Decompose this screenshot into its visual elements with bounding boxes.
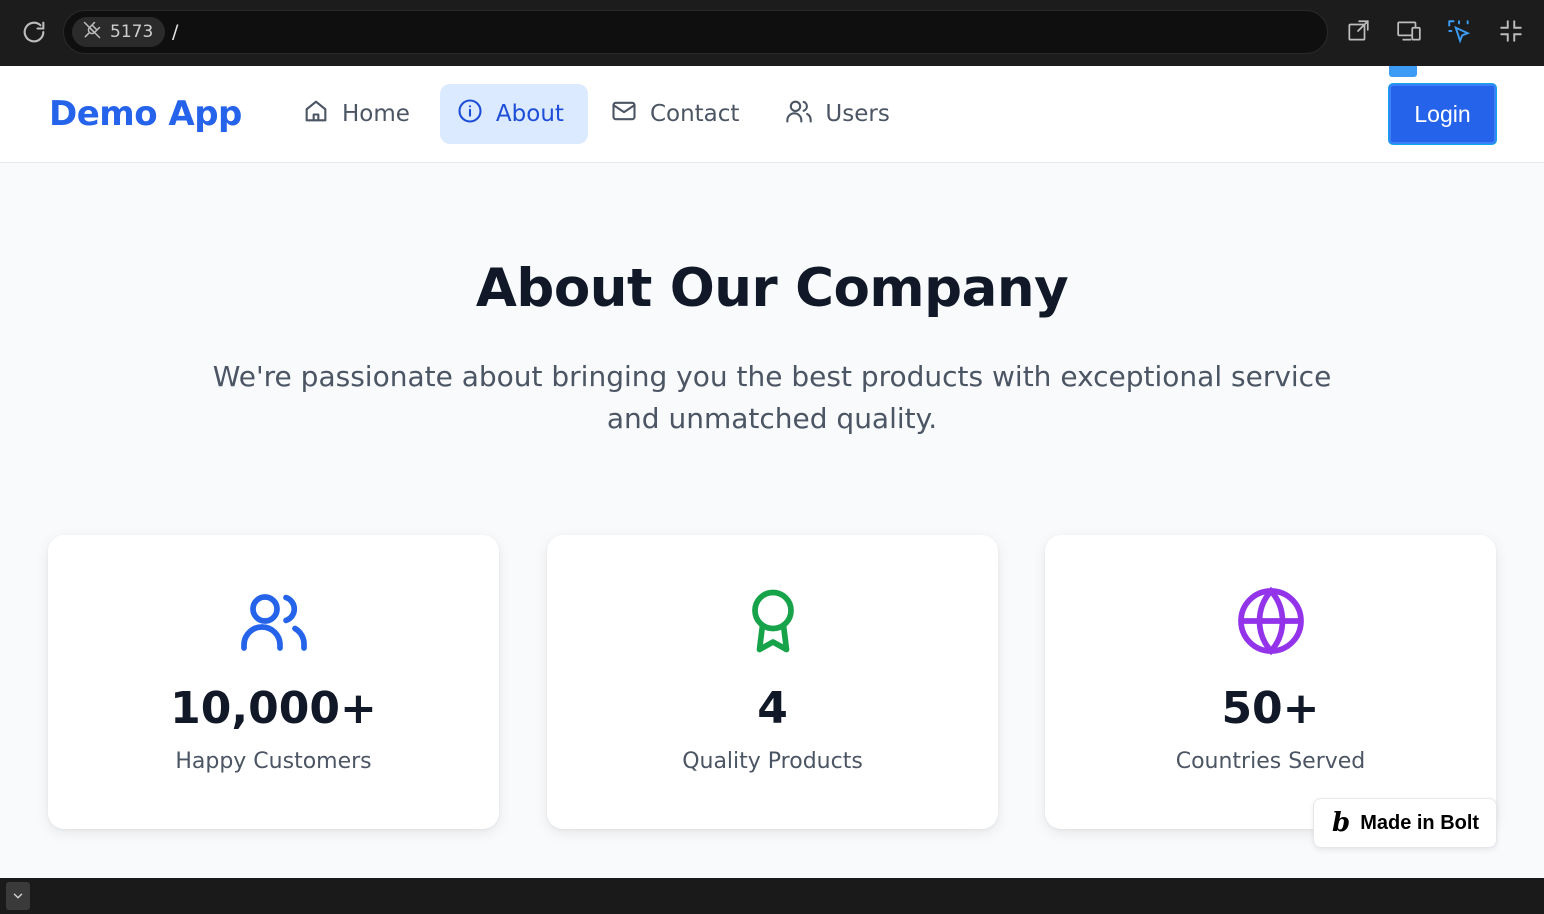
- open-external-icon[interactable]: [1343, 16, 1373, 46]
- nav-about[interactable]: About: [439, 84, 588, 144]
- award-icon: [737, 585, 809, 657]
- mail-icon: [610, 97, 638, 131]
- stat-card-countries: 50+ Countries Served: [1045, 535, 1496, 829]
- users-icon: [238, 585, 310, 657]
- nav-contact-label: Contact: [649, 101, 740, 127]
- badge-label: Made in Bolt: [1360, 811, 1480, 834]
- brand-logo[interactable]: Demo App: [49, 94, 242, 134]
- port-chip[interactable]: 5173: [72, 17, 166, 47]
- stat-label: Quality Products: [682, 749, 863, 774]
- stat-card-customers: 10,000+ Happy Customers: [48, 535, 499, 829]
- bottom-panel-bar: [0, 878, 1544, 914]
- element-picker-icon[interactable]: [1444, 16, 1474, 46]
- plug-off-icon: [82, 20, 102, 45]
- minimize-icon[interactable]: [1496, 16, 1526, 46]
- port-number: 5173: [110, 22, 154, 42]
- nav-users-label: Users: [825, 101, 890, 127]
- users-icon: [785, 97, 813, 131]
- bolt-logo-icon: b: [1332, 808, 1351, 838]
- nav-home[interactable]: Home: [286, 84, 434, 144]
- responsive-devices-icon[interactable]: [1394, 16, 1424, 46]
- stat-card-products: 4 Quality Products: [547, 535, 998, 829]
- stat-label: Happy Customers: [175, 749, 372, 774]
- page-subtitle: We're passionate about bringing you the …: [212, 360, 1332, 435]
- url-path: /: [172, 21, 179, 43]
- stat-value: 4: [757, 683, 788, 734]
- home-icon: [302, 97, 330, 131]
- address-bar[interactable]: 5173 /: [63, 10, 1328, 54]
- nav-home-label: Home: [342, 101, 410, 127]
- selection-tag: [1389, 66, 1417, 77]
- chevron-down-icon[interactable]: [6, 882, 30, 910]
- browser-toolbar: 5173 /: [0, 0, 1544, 66]
- nav-contact[interactable]: Contact: [594, 84, 763, 144]
- made-in-bolt-badge[interactable]: b Made in Bolt: [1313, 798, 1497, 848]
- main-nav: Home About Contact Users: [286, 84, 914, 144]
- stat-label: Countries Served: [1175, 749, 1366, 774]
- login-button[interactable]: Login: [1389, 84, 1496, 144]
- info-icon: [456, 97, 484, 131]
- nav-users[interactable]: Users: [769, 84, 913, 144]
- nav-about-label: About: [495, 101, 564, 127]
- globe-icon: [1235, 585, 1307, 657]
- app-header: Demo App Home About Contact Users Login: [0, 66, 1544, 163]
- page-title: About Our Company: [475, 258, 1069, 319]
- reload-icon[interactable]: [20, 18, 48, 46]
- stat-value: 50+: [1221, 683, 1320, 734]
- stat-value: 10,000+: [170, 683, 377, 734]
